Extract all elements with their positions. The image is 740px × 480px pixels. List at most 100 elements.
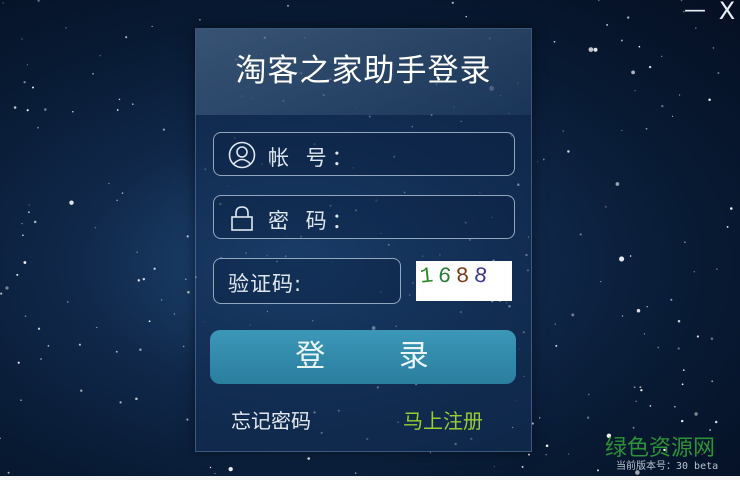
star: [545, 444, 549, 448]
star: [714, 420, 718, 424]
star: [711, 380, 714, 383]
star: [597, 469, 599, 472]
star: [199, 18, 201, 21]
star: [562, 130, 564, 132]
star: [465, 16, 467, 18]
star: [214, 472, 216, 475]
captcha-field[interactable]: 验证码:: [213, 258, 401, 304]
star: [173, 313, 175, 315]
star: [80, 389, 83, 392]
star: [132, 103, 134, 105]
account-label: 帐 号：: [268, 146, 358, 170]
star: [661, 104, 664, 108]
login-panel: 淘客之家助手登录 帐 号： 密 码： 验证码: 1 6 8 8 登 录 忘记密码…: [195, 28, 532, 452]
login-button[interactable]: 登 录: [210, 330, 516, 384]
star: [186, 418, 189, 421]
star: [531, 422, 534, 425]
register-link[interactable]: 马上注册: [403, 405, 483, 434]
star: [17, 361, 20, 364]
star: [26, 64, 28, 66]
star: [142, 277, 146, 281]
star: [287, 4, 289, 7]
star: [627, 16, 630, 19]
user-icon: [228, 141, 256, 169]
star: [116, 109, 119, 111]
star: [586, 416, 590, 419]
star: [37, 126, 39, 129]
password-field[interactable]: 密 码：: [213, 195, 515, 239]
star: [629, 255, 632, 257]
star: [639, 386, 642, 389]
star: [2, 2, 4, 4]
star: [135, 397, 138, 401]
star: [137, 279, 141, 282]
star: [186, 235, 189, 238]
star: [228, 466, 233, 472]
star: [684, 241, 686, 243]
star: [633, 386, 636, 389]
star: [634, 89, 636, 92]
close-button[interactable]: X: [714, 0, 740, 24]
star: [521, 465, 524, 468]
captcha-digit: 1: [418, 263, 435, 290]
star: [354, 472, 357, 474]
star: [118, 98, 121, 101]
star: [649, 405, 652, 407]
star: [39, 357, 43, 361]
star: [645, 127, 648, 130]
star: [5, 286, 9, 290]
captcha-label: 验证码:: [228, 272, 303, 296]
star: [44, 108, 47, 111]
star: [567, 150, 570, 153]
login-title: 淘客之家助手登录: [235, 53, 492, 89]
star: [620, 39, 623, 42]
star: [99, 55, 101, 57]
star: [635, 400, 637, 402]
star: [65, 27, 67, 29]
star: [646, 305, 648, 308]
star: [716, 268, 718, 270]
star: [23, 81, 26, 84]
star: [125, 36, 128, 39]
star: [621, 315, 624, 317]
star: [597, 0, 600, 1]
star: [538, 417, 541, 419]
star: [717, 72, 720, 74]
minimize-button[interactable]: —: [682, 0, 708, 24]
star: [451, 1, 454, 4]
captcha-image[interactable]: 1 6 8 8: [416, 261, 512, 301]
star: [92, 72, 94, 75]
star: [139, 348, 142, 351]
star: [96, 326, 98, 328]
star: [16, 273, 19, 276]
account-field[interactable]: 帐 号：: [213, 132, 515, 176]
star: [677, 347, 680, 350]
star: [187, 291, 190, 294]
forgot-password-link[interactable]: 忘记密码: [231, 405, 311, 434]
star: [640, 389, 643, 392]
star: [670, 298, 673, 301]
star: [678, 94, 681, 96]
star: [28, 204, 30, 206]
star: [47, 345, 50, 347]
star: [672, 115, 674, 117]
password-label: 密 码：: [268, 209, 358, 233]
star: [429, 452, 431, 454]
star: [7, 471, 10, 474]
star: [553, 40, 556, 43]
star: [571, 313, 575, 317]
star: [693, 271, 695, 273]
captcha-digit: 8: [454, 263, 471, 290]
star: [710, 337, 714, 340]
star: [26, 109, 29, 112]
star: [115, 350, 118, 353]
star: [94, 227, 96, 229]
star: [21, 222, 23, 225]
star: [680, 419, 684, 423]
lock-icon: [231, 206, 253, 231]
star: [22, 234, 24, 237]
star: [21, 38, 23, 40]
star: [37, 0, 40, 2]
star: [33, 220, 37, 224]
star: [151, 25, 153, 27]
